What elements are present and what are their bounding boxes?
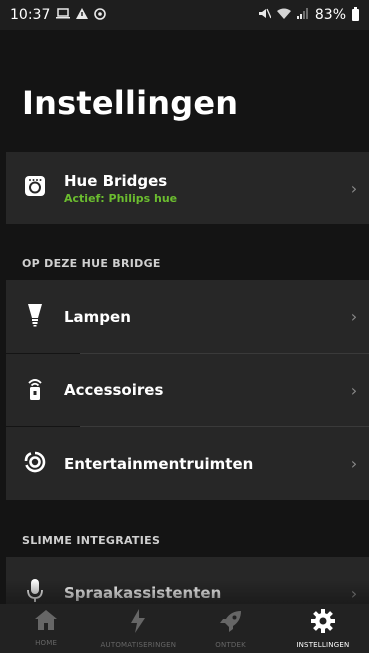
entertainmentruimten-label: Entertainmentruimten (64, 454, 254, 473)
nav-instellingen[interactable]: INSTELLINGEN (277, 604, 369, 653)
gear-icon (310, 609, 335, 637)
lightning-icon (130, 609, 146, 637)
accessoires-row[interactable]: Accessoires › (6, 354, 369, 426)
status-bar: 10:37 83% (0, 0, 369, 30)
lampen-label: Lampen (64, 307, 131, 326)
hue-bridges-title: Hue Bridges (64, 171, 168, 190)
status-time: 10:37 (10, 7, 51, 23)
mute-icon (258, 8, 272, 22)
chevron-right-icon: › (350, 307, 358, 326)
rocket-icon (219, 609, 243, 637)
sync-icon (94, 7, 107, 23)
lamp-icon (27, 303, 43, 331)
bottom-navigation: HOME AUTOMATISERINGEN ONTDEK INSTELLINGE… (0, 604, 369, 653)
section-header-bridge: OP DEZE HUE BRIDGE (22, 257, 161, 270)
home-icon (34, 609, 58, 635)
bridge-icon (24, 175, 46, 201)
nav-instellingen-label: INSTELLINGEN (296, 641, 350, 649)
section-header-integrations: SLIMME INTEGRATIES (22, 534, 161, 547)
battery-percent: 83% (314, 7, 346, 23)
nav-automatiseringen[interactable]: AUTOMATISERINGEN (92, 604, 184, 653)
chevron-right-icon: › (350, 454, 358, 473)
nav-ontdek-label: ONTDEK (215, 641, 246, 649)
nav-ontdek[interactable]: ONTDEK (185, 604, 277, 653)
nav-automatiseringen-label: AUTOMATISERINGEN (100, 641, 177, 649)
laptop-icon (56, 8, 71, 22)
chevron-right-icon: › (350, 583, 358, 603)
nav-home[interactable]: HOME (0, 604, 92, 653)
nav-home-label: HOME (35, 639, 58, 647)
warning-icon (76, 8, 89, 22)
lampen-row[interactable]: Lampen › (6, 280, 369, 353)
chevron-right-icon: › (350, 178, 358, 198)
entertainmentruimten-row[interactable]: Entertainmentruimten › (6, 427, 369, 500)
spraakassistenten-label: Spraakassistenten (64, 584, 222, 602)
hue-bridges-status: Actief: Philips hue (64, 191, 178, 205)
battery-icon (352, 7, 359, 21)
app-bar (0, 30, 369, 82)
accessoires-label: Accessoires (64, 381, 164, 399)
page-title: Instellingen (22, 84, 239, 122)
wifi-icon (276, 8, 291, 22)
signal-icon (296, 8, 309, 22)
chevron-right-icon: › (350, 380, 358, 400)
hue-bridges-row[interactable]: Hue Bridges Actief: Philips hue › (6, 152, 369, 224)
entertainment-icon (23, 450, 47, 478)
remote-icon (26, 376, 44, 404)
